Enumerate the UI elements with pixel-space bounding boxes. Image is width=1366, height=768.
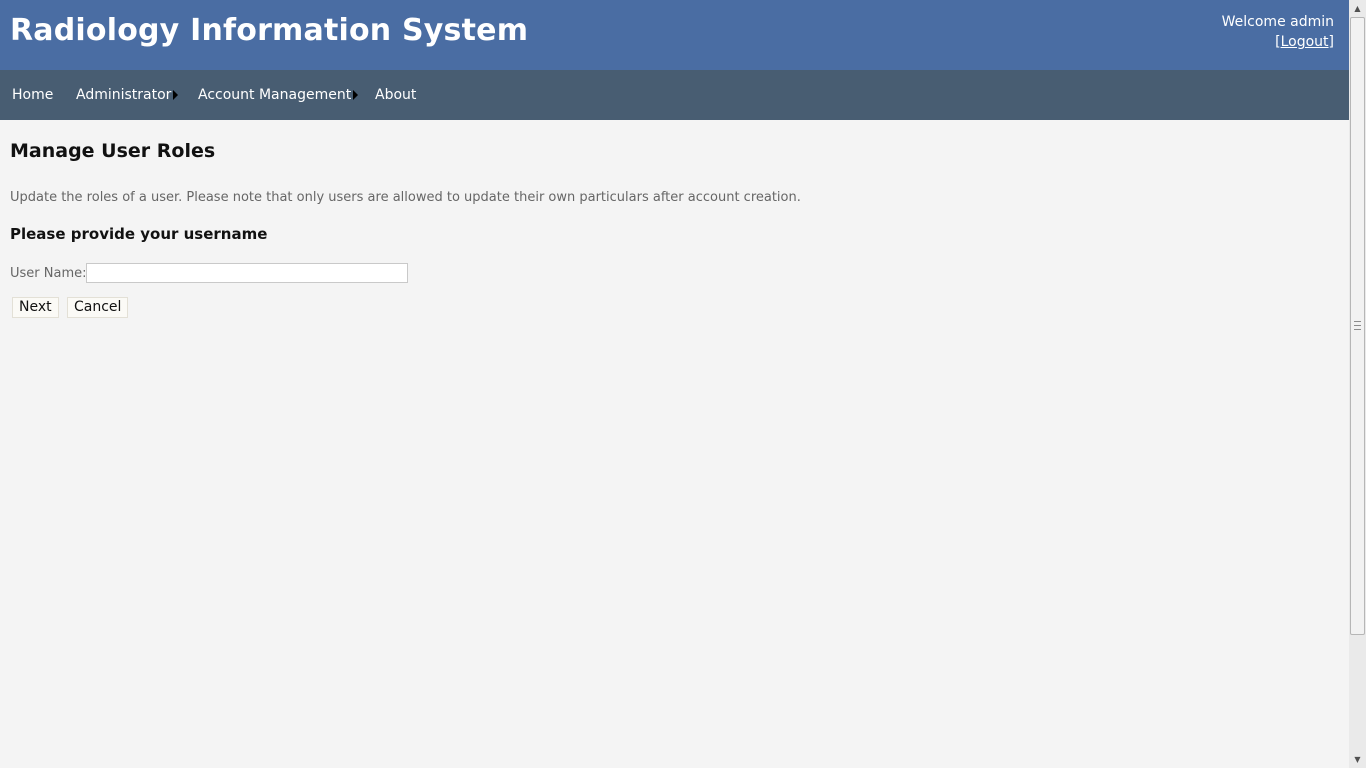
nav-item-administrator-label: Administrator: [76, 87, 172, 103]
chevron-down-icon[interactable]: ▼: [1349, 751, 1366, 768]
nav-item-administrator[interactable]: Administrator: [76, 87, 179, 103]
page: Radiology Information System Welcome adm…: [0, 0, 1366, 768]
nav-item-about[interactable]: About: [375, 87, 416, 103]
app-title: Radiology Information System: [10, 13, 529, 48]
username-input[interactable]: [86, 263, 408, 283]
username-label: User Name:: [10, 266, 87, 281]
page-title: Manage User Roles: [10, 140, 216, 162]
nav-item-account-management-label: Account Management: [198, 87, 352, 103]
page-description: Update the roles of a user. Please note …: [10, 190, 801, 205]
scrollbar-thumb[interactable]: [1350, 17, 1365, 635]
grip-icon: [1354, 321, 1361, 330]
nav-item-account-management[interactable]: Account Management: [198, 87, 359, 103]
logout-bracket-close: ]: [1328, 34, 1334, 50]
vertical-scrollbar[interactable]: ▲ ▼: [1349, 0, 1366, 768]
nav-item-home[interactable]: Home: [12, 87, 53, 103]
arrow-right-icon: [173, 90, 179, 100]
nav-item-about-label: About: [375, 87, 417, 103]
logout-line: [Logout]: [1222, 32, 1334, 52]
nav-item-home-label: Home: [12, 87, 54, 103]
main-navigation: Home Administrator Account Management Ab…: [0, 70, 1349, 120]
logout-link[interactable]: Logout: [1281, 34, 1329, 50]
section-heading: Please provide your username: [10, 225, 268, 243]
user-panel: Welcome admin [Logout]: [1222, 12, 1334, 52]
cancel-button[interactable]: Cancel: [67, 297, 129, 318]
arrow-right-icon: [353, 90, 359, 100]
header-banner: Radiology Information System Welcome adm…: [0, 0, 1349, 70]
chevron-up-icon[interactable]: ▲: [1349, 0, 1366, 17]
welcome-text: Welcome admin: [1221, 14, 1334, 30]
next-button[interactable]: Next: [12, 297, 59, 318]
